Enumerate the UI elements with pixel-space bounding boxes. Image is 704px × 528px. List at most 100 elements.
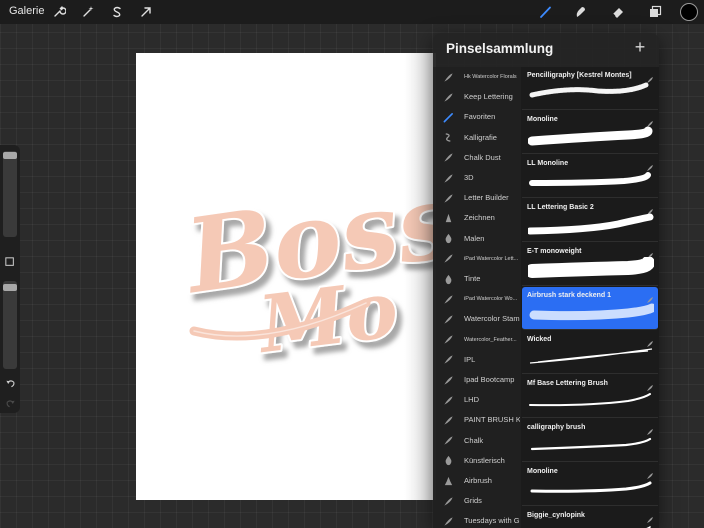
brush-item[interactable]: LL Monoline	[522, 155, 658, 198]
brush-set-item[interactable]: Watercolor_Feather...	[433, 330, 521, 350]
brush-set-item[interactable]: iPad Watercolor Lett...	[433, 249, 521, 269]
brush-stroke-preview	[528, 81, 654, 112]
brush-set-label: iPad Watercolor Lett...	[464, 255, 519, 262]
brush-set-item[interactable]: Malen	[433, 229, 521, 249]
brush-stroke-preview	[526, 213, 654, 244]
feather-icon	[646, 159, 654, 171]
feather-icon	[442, 91, 454, 103]
brush-set-item[interactable]: Tuesdays with G	[433, 511, 521, 528]
feather-icon	[442, 374, 454, 386]
smudge-icon[interactable]	[570, 2, 590, 22]
brush-name: LL Lettering Basic 2	[527, 204, 594, 211]
feather-icon	[442, 394, 454, 406]
brush-set-item[interactable]: Tinte	[433, 269, 521, 289]
airbrush-icon	[442, 475, 454, 487]
brush-stroke-preview	[528, 433, 654, 464]
brush-set-item[interactable]: Chalk	[433, 431, 521, 451]
brush-set-list: Hk Watercolor Florals Keep Lettering Favor…	[433, 67, 521, 528]
opacity-slider[interactable]	[3, 281, 17, 369]
feather-icon	[442, 71, 454, 83]
feather-icon	[442, 172, 454, 184]
feather-icon	[646, 203, 654, 215]
feather-icon	[646, 335, 654, 347]
brush-stroke-preview	[528, 301, 657, 332]
layers-icon[interactable]	[645, 2, 665, 22]
brush-item[interactable]: Airbrush stark deckend 1	[522, 287, 658, 330]
brush-set-item[interactable]: LHD	[433, 390, 521, 410]
brush-stroke-preview	[528, 389, 654, 420]
brush-set-item[interactable]: PAINT BRUSH KIT	[433, 410, 521, 430]
brush-set-label: Grids	[464, 496, 482, 506]
brush-name: Mf Base Lettering Brush	[527, 380, 608, 387]
feather-icon	[646, 71, 654, 83]
brush-set-item[interactable]: IPL	[433, 350, 521, 370]
feather-icon	[442, 253, 454, 265]
wrench-icon[interactable]	[49, 2, 69, 22]
brush-set-item[interactable]: Hk Watercolor Florals	[433, 67, 521, 87]
brush-item[interactable]: Pencilligraphy [Kestrel Montes]	[522, 67, 658, 110]
brush-set-item[interactable]: iPad Watercolor Wo...	[433, 289, 521, 309]
magic-wand-icon[interactable]	[78, 2, 98, 22]
brush-name: LL Monoline	[527, 160, 569, 167]
brush-set-item[interactable]: Airbrush	[433, 471, 521, 491]
brush-set-label: iPad Watercolor Wo...	[464, 296, 518, 303]
eraser-icon[interactable]	[608, 2, 628, 22]
brush-set-item[interactable]: Keep Lettering	[433, 87, 521, 107]
redo-icon[interactable]	[4, 397, 16, 409]
brush-set-item[interactable]: Chalk Dust	[433, 148, 521, 168]
opacity-thumb[interactable]	[3, 284, 17, 291]
brush-item[interactable]: Biggie_cynlopink	[522, 507, 658, 528]
brush-set-item[interactable]: Künstlerisch	[433, 451, 521, 471]
brush-stroke-preview	[527, 125, 654, 156]
brush-set-item[interactable]: Letter Builder	[433, 188, 521, 208]
add-brush-set-button[interactable]: +	[631, 37, 649, 57]
brush-set-label: Airbrush	[464, 476, 492, 485]
drawing-canvas[interactable]: Boss Mo	[136, 53, 436, 500]
brush-stroke-preview	[528, 169, 654, 200]
brush-name: Monoline	[527, 468, 558, 475]
brush-set-label: Zeichnen	[464, 213, 495, 223]
transform-arrow-icon[interactable]	[136, 2, 156, 22]
gallery-button[interactable]: Galerie	[9, 5, 44, 17]
selection-s-icon[interactable]	[107, 2, 127, 22]
brush-size-thumb[interactable]	[3, 152, 17, 159]
brush-set-item[interactable]: Grids	[433, 491, 521, 511]
feather-icon	[442, 192, 454, 204]
brush-set-item[interactable]: Zeichnen	[433, 208, 521, 228]
brush-list: Pencilligraphy [Kestrel Montes] Monoline L…	[521, 67, 659, 528]
brush-item[interactable]: E-T monoweight	[522, 243, 658, 286]
brush-name: calligraphy brush	[527, 424, 586, 431]
undo-icon[interactable]	[4, 377, 16, 389]
brush-set-item[interactable]: Kalligrafie	[433, 128, 521, 148]
brush-item[interactable]: LL Lettering Basic 2	[522, 199, 658, 242]
modify-square-icon[interactable]	[4, 256, 16, 268]
brush-library-panel: Pinselsammlung + Hk Watercolor Florals Ke…	[433, 33, 659, 528]
lettering-artwork: Boss Mo	[174, 53, 436, 500]
brush-set-label: Künstlerisch	[464, 455, 505, 465]
feather-icon	[646, 115, 654, 127]
feather-icon	[442, 354, 454, 366]
brush-set-item[interactable]: Favoriten	[433, 107, 521, 127]
brush-item[interactable]: Monoline	[522, 463, 658, 506]
brush-set-item[interactable]: 3D	[433, 168, 521, 188]
brush-set-label: Kalligrafie	[464, 132, 497, 142]
feather-icon	[442, 414, 454, 426]
feather-icon	[646, 291, 654, 303]
drop-icon	[442, 455, 454, 467]
feather-icon	[442, 435, 454, 447]
brush-stroke-preview	[528, 477, 654, 508]
brush-set-label: Letter Builder	[464, 193, 509, 203]
brush-set-item[interactable]: Watercolor Stamps	[433, 309, 521, 329]
brush-item[interactable]: calligraphy brush	[522, 419, 658, 462]
brush-icon[interactable]	[536, 2, 556, 22]
panel-title: Pinselsammlung	[446, 41, 554, 56]
feather-icon	[442, 313, 454, 325]
brush-item[interactable]: Mf Base Lettering Brush	[522, 375, 658, 418]
brush-set-item[interactable]: Ipad Bootcamp	[433, 370, 521, 390]
color-picker-button[interactable]	[680, 3, 698, 21]
brush-set-label: PAINT BRUSH KIT	[464, 415, 520, 425]
brush-set-label: Chalk	[464, 435, 484, 445]
brush-size-slider[interactable]	[3, 151, 17, 237]
brush-item[interactable]: Monoline	[522, 111, 658, 154]
brush-item[interactable]: Wicked	[522, 331, 658, 374]
